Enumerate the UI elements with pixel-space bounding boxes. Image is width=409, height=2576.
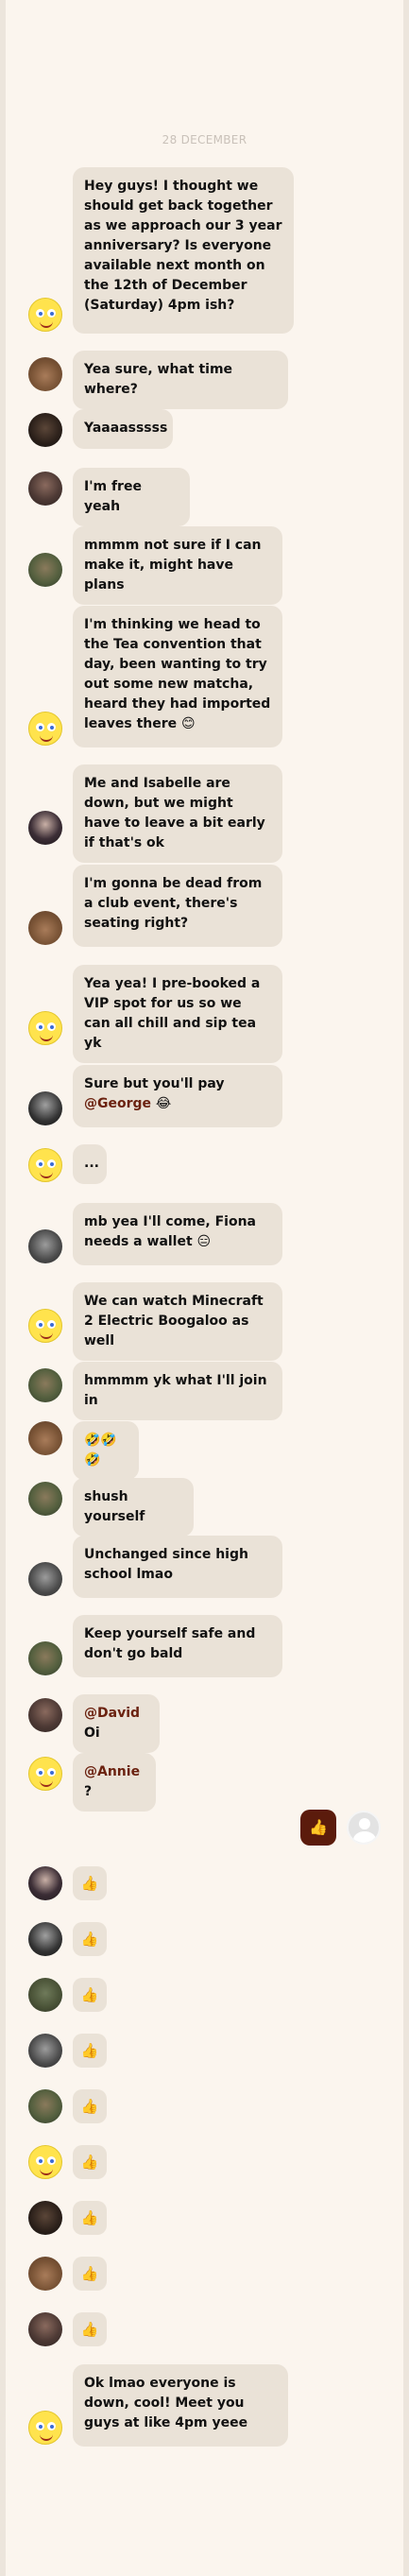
message-bubble[interactable]: I'm gonna be dead from a club event, the… — [73, 865, 282, 947]
girl-avatar[interactable] — [28, 1866, 62, 1900]
message-text: Sure but you'll pay — [84, 1076, 225, 1091]
message-text: Ok lmao everyone is down, cool! Meet you… — [84, 2376, 248, 2430]
message-text: Yaaaasssss — [84, 421, 168, 436]
message-text: Yea sure, what time where? — [84, 362, 233, 397]
thumbs-up-bubble[interactable]: 👍 — [73, 2034, 107, 2068]
avatar-mouth — [40, 1034, 53, 1041]
message-bubble[interactable]: ... — [73, 1144, 107, 1184]
my-thumbs-up-bubble[interactable]: 👍 — [300, 1810, 336, 1846]
thumbs-up-bubble[interactable]: 👍 — [73, 2312, 107, 2346]
message-bubble[interactable]: We can watch Minecraft 2 Electric Boogal… — [73, 1282, 282, 1361]
message-text: mb yea I'll come, Fiona needs a wallet 😑 — [84, 1214, 256, 1249]
thumbs-up-bubble[interactable]: 👍 — [73, 2145, 107, 2179]
message-text: I'm gonna be dead from a club event, the… — [84, 876, 263, 931]
thumbs-up-bubble[interactable]: 👍 — [73, 1866, 107, 1900]
message-bubble[interactable]: mmmm not sure if I can make it, might ha… — [73, 526, 282, 605]
message-text: We can watch Minecraft 2 Electric Boogal… — [84, 1294, 264, 1348]
message-text: Unchanged since high school lmao — [84, 1547, 248, 1582]
message-text: Oi — [84, 1726, 100, 1741]
spongebob-avatar[interactable] — [28, 1309, 62, 1343]
message-bubble[interactable]: hmmmm yk what I'll join in — [73, 1362, 282, 1420]
message-text: I'm free yeah — [84, 479, 142, 514]
message-text: ? — [84, 1784, 93, 1799]
message-bubble[interactable]: 🤣🤣🤣 — [73, 1421, 139, 1480]
spongebob-avatar[interactable] — [28, 1148, 62, 1182]
man-avatar[interactable] — [28, 1482, 62, 1516]
message-bubble[interactable]: Yaaaasssss — [73, 409, 173, 449]
robot-avatar[interactable] — [28, 1562, 62, 1596]
message-bubble[interactable]: Ok lmao everyone is down, cool! Meet you… — [73, 2364, 288, 2447]
spongebob-avatar[interactable] — [28, 712, 62, 746]
spongebob-avatar[interactable] — [28, 2145, 62, 2179]
robot-avatar[interactable] — [28, 2034, 62, 2068]
dog-avatar[interactable] — [28, 911, 62, 945]
message-bubble[interactable]: I'm thinking we head to the Tea conventi… — [73, 606, 282, 747]
message-bubble[interactable]: I'm free yeah — [73, 468, 190, 526]
message-bubble[interactable]: Me and Isabelle are down, but we might h… — [73, 764, 282, 863]
dog-avatar[interactable] — [28, 2257, 62, 2291]
chat-panel: 28 DECEMBER Hey guys! I thought we shoul… — [0, 0, 409, 2576]
avatar-mouth — [40, 1779, 53, 1787]
message-text: Yea yea! I pre-booked a VIP spot for us … — [84, 976, 261, 1051]
message-bubble[interactable]: Keep yourself safe and don't go bald — [73, 1615, 282, 1677]
avatar-mouth — [40, 1331, 53, 1339]
avatar-mouth — [40, 2433, 53, 2441]
thumbs-up-bubble[interactable]: 👍 — [73, 1922, 107, 1956]
message-text: ... — [84, 1156, 99, 1171]
spongebob-avatar[interactable] — [28, 1757, 62, 1791]
message-text: I'm thinking we head to the Tea conventi… — [84, 617, 271, 731]
message-text: mmmm not sure if I can make it, might ha… — [84, 538, 262, 592]
message-bubble[interactable]: Yea sure, what time where? — [73, 351, 288, 409]
my-avatar-placeholder[interactable] — [347, 1811, 381, 1845]
user-mention[interactable]: @George — [84, 1096, 151, 1111]
thumbs-up-bubble[interactable]: 👍 — [73, 2201, 107, 2235]
spongebob-avatar[interactable] — [28, 1011, 62, 1045]
dog-avatar[interactable] — [28, 1421, 62, 1455]
spongebob-avatar[interactable] — [28, 2411, 62, 2445]
dark-avatar[interactable] — [28, 413, 62, 447]
message-bubble[interactable]: shush yourself — [73, 1478, 194, 1537]
thumbs-up-bubble[interactable]: 👍 — [73, 1978, 107, 2012]
message-bubble[interactable]: @Annie ? — [73, 1753, 156, 1812]
avatar-mouth — [40, 734, 53, 742]
avatar-mouth — [40, 2168, 53, 2175]
message-text: Hey guys! I thought we should get back t… — [84, 179, 282, 313]
dark-avatar[interactable] — [28, 2201, 62, 2235]
girl-avatar[interactable] — [28, 811, 62, 845]
message-text: Me and Isabelle are down, but we might h… — [84, 776, 265, 850]
avatar-mouth — [40, 1171, 53, 1178]
robot-avatar[interactable] — [28, 1229, 62, 1263]
woman-avatar[interactable] — [28, 2312, 62, 2346]
message-text: shush yourself — [84, 1489, 145, 1524]
man-avatar[interactable] — [28, 2089, 62, 2123]
message-bubble[interactable]: mb yea I'll come, Fiona needs a wallet 😑 — [73, 1203, 282, 1265]
message-bubble[interactable]: @David Oi — [73, 1694, 160, 1753]
user-mention[interactable]: @Annie — [84, 1764, 140, 1779]
date-separator: 28 DECEMBER — [162, 133, 247, 146]
message-bubble[interactable]: Yea yea! I pre-booked a VIP spot for us … — [73, 965, 282, 1063]
man-avatar[interactable] — [28, 1641, 62, 1675]
message-text: Keep yourself safe and don't go bald — [84, 1626, 256, 1661]
woman-avatar[interactable] — [28, 472, 62, 506]
thumbs-up-bubble[interactable]: 👍 — [73, 2089, 107, 2123]
message-text: 😂 — [151, 1096, 172, 1111]
dog-avatar[interactable] — [28, 357, 62, 391]
outdoor-avatar[interactable] — [28, 1978, 62, 2012]
message-text: 🤣🤣🤣 — [84, 1433, 117, 1468]
woman-avatar[interactable] — [28, 1698, 62, 1732]
bw-avatar[interactable] — [28, 1091, 62, 1125]
avatar-mouth — [40, 320, 53, 328]
message-text: hmmmm yk what I'll join in — [84, 1373, 267, 1408]
man-avatar[interactable] — [28, 553, 62, 587]
message-bubble[interactable]: Hey guys! I thought we should get back t… — [73, 167, 294, 334]
user-mention[interactable]: @David — [84, 1706, 140, 1721]
bw-avatar[interactable] — [28, 1922, 62, 1956]
spongebob-avatar[interactable] — [28, 298, 62, 332]
man-avatar[interactable] — [28, 1368, 62, 1402]
thumbs-up-bubble[interactable]: 👍 — [73, 2257, 107, 2291]
message-bubble[interactable]: Sure but you'll pay @George 😂 — [73, 1065, 282, 1127]
message-bubble[interactable]: Unchanged since high school lmao — [73, 1536, 282, 1598]
